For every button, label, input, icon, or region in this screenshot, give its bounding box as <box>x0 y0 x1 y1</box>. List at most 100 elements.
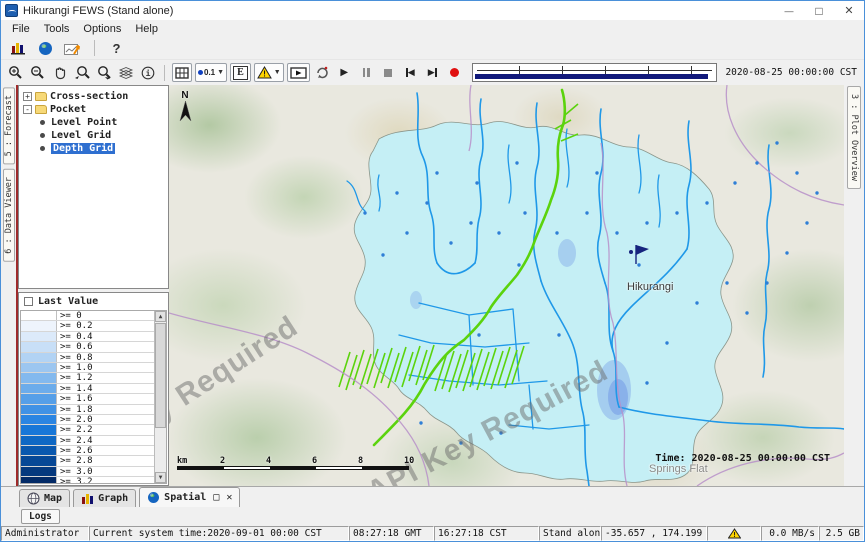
legend-row[interactable]: >= 2.0 <box>21 415 154 425</box>
legend-row[interactable]: >= 2.4 <box>21 436 154 446</box>
stop-button[interactable] <box>379 63 398 83</box>
folder-icon <box>35 92 47 101</box>
globe-wire-icon <box>27 492 40 505</box>
last-value-checkbox[interactable] <box>24 297 33 306</box>
legend-color-swatch <box>21 425 57 434</box>
tree-item-level-grid[interactable]: Level Grid <box>19 129 168 142</box>
legend-rows: >= 0>= 0.2>= 0.4>= 0.6>= 0.8>= 1.0>= 1.2… <box>21 311 154 483</box>
scale-bar: km 246810 <box>177 456 409 472</box>
spatial-display-icon[interactable] <box>36 38 55 58</box>
pause-button[interactable] <box>357 63 376 83</box>
layers-icon[interactable] <box>116 63 135 83</box>
window-title: Hikurangi FEWS (Stand alone) <box>23 5 173 17</box>
menu-help[interactable]: Help <box>128 22 165 36</box>
legend-row[interactable]: >= 3.2 <box>21 477 154 483</box>
legend-row[interactable]: >= 2.8 <box>21 456 154 466</box>
svg-text:!: ! <box>262 70 267 79</box>
logs-tab[interactable]: Logs <box>21 509 60 524</box>
info-icon[interactable]: i <box>138 63 157 83</box>
play-button[interactable]: ▶ <box>335 63 354 83</box>
legend-row[interactable]: >= 0.8 <box>21 353 154 363</box>
loop-playback-icon[interactable] <box>313 63 332 83</box>
tab-data-viewer[interactable]: 6 : Data Viewer <box>3 169 15 262</box>
time-slider[interactable] <box>472 63 718 82</box>
status-local-time: 16:27:18 CST <box>434 526 539 541</box>
legend-row[interactable]: >= 2.6 <box>21 446 154 456</box>
app-logo-icon <box>5 4 18 17</box>
zoom-previous-icon[interactable] <box>72 63 91 83</box>
legend-row[interactable]: >= 0.4 <box>21 332 154 342</box>
legend-color-swatch <box>21 477 57 483</box>
grid-display-button[interactable] <box>172 63 192 82</box>
legend-row-label: >= 1.4 <box>57 384 154 393</box>
main-toolbar <box>1 37 864 59</box>
legend-row[interactable]: >= 1.0 <box>21 363 154 373</box>
tab-map[interactable]: Map <box>19 489 70 507</box>
record-button[interactable] <box>445 63 464 83</box>
maximize-button[interactable] <box>804 1 834 20</box>
legend-row[interactable]: >= 1.8 <box>21 405 154 415</box>
interval-dot-icon <box>198 70 203 75</box>
zoom-next-icon[interactable] <box>94 63 113 83</box>
menu-file[interactable]: File <box>5 22 37 36</box>
legend-color-swatch <box>21 446 57 455</box>
legend-row[interactable]: >= 0 <box>21 311 154 321</box>
map-time-label: Time: 2020-08-25 00:00:00 CST <box>655 453 830 464</box>
step-backward-button[interactable]: ◀ <box>401 63 420 83</box>
tab-maximize-icon[interactable] <box>213 492 219 503</box>
menu-tools[interactable]: Tools <box>37 22 77 36</box>
interval-dropdown[interactable]: 0.1 ▼ <box>195 63 227 82</box>
layer-tree: +Cross-section-PocketLevel PointLevel Gr… <box>18 85 169 289</box>
status-warning: ! <box>707 526 761 541</box>
menu-options[interactable]: Options <box>76 22 128 36</box>
tree-item-label: Level Point <box>51 117 117 128</box>
legend-row-label: >= 0 <box>57 311 154 320</box>
legend-row[interactable]: >= 1.6 <box>21 394 154 404</box>
legend-color-swatch <box>21 311 57 320</box>
tab-spatial[interactable]: Spatial <box>139 487 240 507</box>
title-bar: Hikurangi FEWS (Stand alone) <box>1 1 864 20</box>
legend-row[interactable]: >= 1.4 <box>21 384 154 394</box>
scroll-down-icon[interactable]: ▼ <box>155 472 166 483</box>
bar-chart-icon <box>81 493 94 505</box>
status-mode: Stand alone <box>539 526 601 541</box>
zoom-out-icon[interactable] <box>28 63 47 83</box>
expand-icon[interactable]: + <box>23 92 32 101</box>
legend-row[interactable]: >= 1.2 <box>21 373 154 383</box>
pan-hand-icon[interactable] <box>50 63 69 83</box>
legend-row[interactable]: >= 3.0 <box>21 467 154 477</box>
collapse-icon[interactable]: - <box>23 105 32 114</box>
minimize-button[interactable] <box>774 1 804 20</box>
current-datetime: 2020-08-25 00:00:00 CST <box>725 67 859 78</box>
menu-bar: File Tools Options Help <box>1 20 864 37</box>
legend-row[interactable]: >= 0.2 <box>21 321 154 331</box>
map-view[interactable]: N API Key Required API Key Required Hiku… <box>169 85 844 486</box>
tree-item-level-point[interactable]: Level Point <box>19 116 168 129</box>
animation-button[interactable] <box>287 63 310 82</box>
tree-item-depth-grid[interactable]: Depth Grid <box>19 142 168 155</box>
warning-icon: ! <box>728 528 741 539</box>
tab-plot-overview[interactable]: 3 : Plot Overview <box>847 86 861 189</box>
tree-item-cross-section[interactable]: +Cross-section <box>19 90 168 103</box>
help-icon[interactable] <box>107 38 126 58</box>
timeseries-display-icon[interactable] <box>63 38 82 58</box>
zoom-in-icon[interactable] <box>6 63 25 83</box>
legend-row-label: >= 0.4 <box>57 332 154 341</box>
legend-scrollbar[interactable]: ▲ ▼ <box>154 311 166 483</box>
legend-row[interactable]: >= 2.2 <box>21 425 154 435</box>
tab-forecast[interactable]: 5 : Forecast <box>3 87 15 164</box>
scale-ruler-button[interactable]: E <box>230 63 251 82</box>
scroll-up-icon[interactable]: ▲ <box>155 311 166 322</box>
step-forward-button[interactable]: ▶ <box>423 63 442 83</box>
folder-icon <box>35 105 47 114</box>
main-area: 5 : Forecast 6 : Data Viewer +Cross-sect… <box>1 85 864 486</box>
scroll-thumb[interactable] <box>155 323 166 428</box>
svg-text:!: ! <box>732 531 736 539</box>
legend-row[interactable]: >= 0.6 <box>21 342 154 352</box>
warning-threshold-dropdown[interactable]: ! ▼ <box>254 63 284 82</box>
tab-close-icon[interactable] <box>226 492 232 503</box>
close-button[interactable] <box>834 1 864 20</box>
tree-item-pocket[interactable]: -Pocket <box>19 103 168 116</box>
database-viewer-icon[interactable] <box>9 38 28 58</box>
tab-graph[interactable]: Graph <box>73 489 136 507</box>
